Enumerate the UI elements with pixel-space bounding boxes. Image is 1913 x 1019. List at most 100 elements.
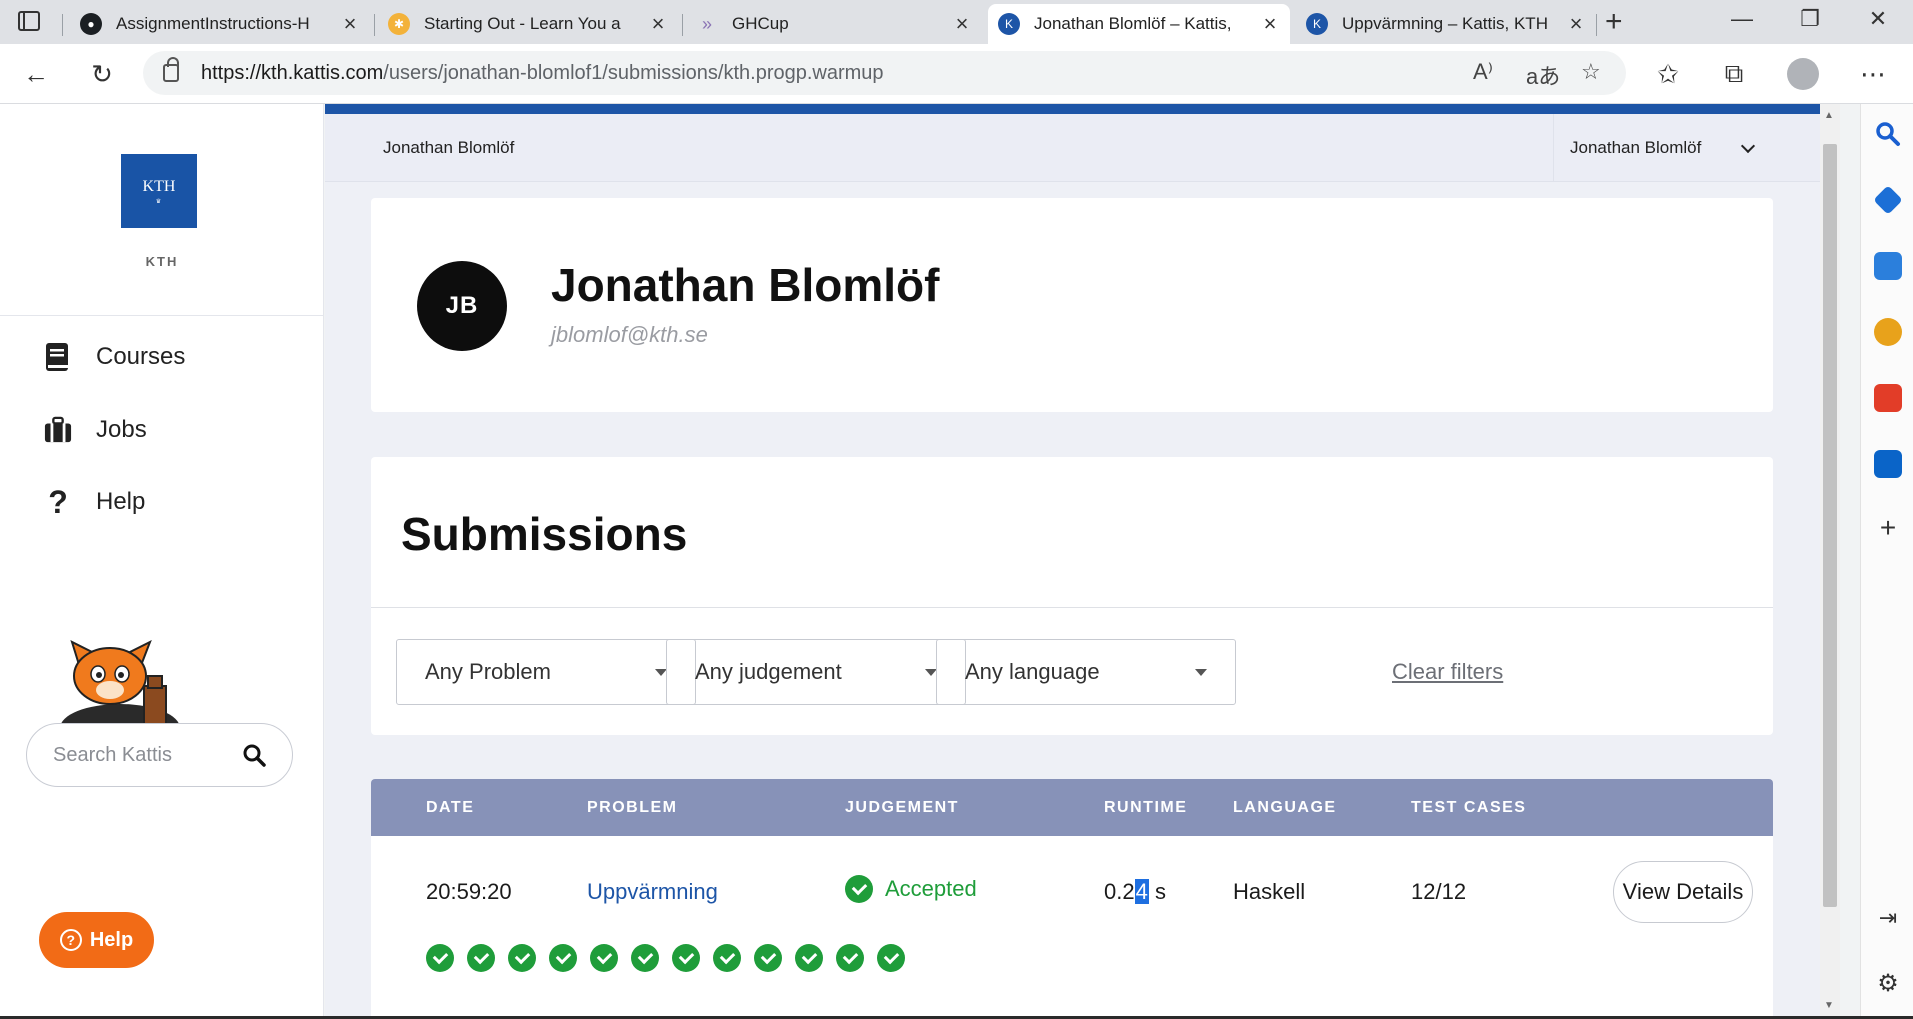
test-case-results [426, 944, 918, 972]
close-tab-icon[interactable]: × [648, 11, 668, 37]
scroll-down-icon[interactable]: ▼ [1824, 1000, 1834, 1011]
column-header-problem: PROBLEM [587, 799, 678, 816]
test-case-passed-icon[interactable] [795, 944, 823, 972]
browser-tab-uppvarmning[interactable]: K Uppvärmning – Kattis, KTH × [1296, 4, 1596, 44]
test-case-passed-icon[interactable] [549, 944, 577, 972]
minimize-icon[interactable]: — [1722, 6, 1762, 32]
close-tab-icon[interactable]: × [1566, 11, 1586, 37]
tab-title: GHCup [732, 14, 789, 33]
kth-icon: K [1306, 13, 1328, 35]
nav-item-jobs[interactable]: Jobs [44, 415, 147, 445]
add-favorite-icon[interactable]: ☆ [1581, 59, 1601, 85]
search-placeholder: Search Kattis [53, 743, 172, 766]
language-filter-select[interactable]: Any language [936, 639, 1236, 705]
scroll-up-icon[interactable]: ▲ [1824, 110, 1834, 121]
browser-tab-learn-you[interactable]: ✱ Starting Out - Learn You a × [378, 4, 678, 44]
hide-sidebar-icon[interactable]: ⇥ [1874, 904, 1902, 932]
submissions-card: Submissions Any Problem Any judgement An… [371, 457, 1773, 735]
column-header-language: LANGUAGE [1233, 799, 1337, 816]
nav-item-courses[interactable]: Courses [44, 342, 185, 372]
column-header-date: DATE [426, 799, 475, 816]
shopping-tag-icon[interactable] [1873, 185, 1903, 215]
kth-logo[interactable]: KTH ♛ [121, 154, 197, 228]
browser-tab-profile[interactable]: K Jonathan Blomlöf – Kattis, × [988, 4, 1290, 44]
tab-separator [62, 14, 63, 36]
test-cases-value: 12/12 [1411, 879, 1467, 904]
tab-separator [1596, 14, 1597, 36]
new-tab-icon[interactable]: + [1605, 5, 1623, 39]
judgement-filter-select[interactable]: Any judgement [666, 639, 966, 705]
scrollbar-thumb[interactable] [1823, 144, 1837, 907]
translate-icon[interactable]: aあ [1526, 59, 1560, 91]
refresh-icon[interactable]: ↻ [84, 56, 120, 92]
test-case-passed-icon[interactable] [836, 944, 864, 972]
more-menu-icon[interactable]: ⋯ [1855, 56, 1891, 92]
favorites-icon[interactable]: ✩ [1650, 56, 1686, 92]
nav-item-help[interactable]: ? Help [44, 484, 146, 520]
language-filter-value: Any language [965, 659, 1100, 684]
collections-icon[interactable]: ⧉ [1716, 56, 1752, 92]
edge-sidebar: + ⇥ ⚙ [1860, 104, 1913, 1019]
close-tab-icon[interactable]: × [952, 11, 972, 37]
profile-card: JB Jonathan Blomlöf jblomlof@kth.se [371, 198, 1773, 412]
view-details-button[interactable]: View Details [1613, 861, 1753, 923]
user-menu-dropdown[interactable]: Jonathan Blomlöf [1553, 114, 1793, 182]
brand-strip [325, 104, 1820, 114]
header-user-name[interactable]: Jonathan Blomlöf [383, 138, 514, 158]
url-host: https://kth.kattis.com [201, 61, 384, 84]
address-bar[interactable]: https://kth.kattis.com/users/jonathan-bl… [143, 51, 1626, 95]
user-bar: Jonathan Blomlöf Jonathan Blomlöf [325, 114, 1820, 182]
search-icon[interactable] [1874, 120, 1902, 148]
search-input[interactable]: Search Kattis [26, 723, 293, 787]
test-case-passed-icon[interactable] [426, 944, 454, 972]
book-icon [44, 342, 72, 372]
tools-icon[interactable] [1874, 252, 1902, 280]
help-button[interactable]: ? Help [39, 912, 154, 968]
back-icon[interactable]: ← [18, 56, 54, 92]
tab-actions-icon[interactable] [18, 11, 40, 31]
test-case-passed-icon[interactable] [508, 944, 536, 972]
runtime-selected-text: 4 [1134, 879, 1149, 904]
help-question-icon: ? [59, 929, 82, 951]
column-header-runtime: RUNTIME [1104, 799, 1188, 816]
page-scrollbar[interactable]: ▲ ▼ [1820, 104, 1840, 1019]
office-icon[interactable] [1874, 384, 1902, 412]
divider [371, 607, 1773, 608]
avatar: JB [417, 261, 507, 351]
nav-label: Jobs [96, 416, 147, 443]
games-icon[interactable] [1874, 318, 1902, 346]
browser-tab-assignment[interactable]: ● AssignmentInstructions-H × [70, 4, 370, 44]
read-aloud-icon[interactable]: A⁾ [1473, 59, 1493, 85]
search-icon[interactable] [242, 743, 266, 767]
judgement-label: Accepted [885, 876, 977, 901]
close-tab-icon[interactable]: × [340, 11, 360, 37]
submissions-table: DATE PROBLEM JUDGEMENT RUNTIME LANGUAGE … [371, 779, 1773, 1019]
test-case-passed-icon[interactable] [754, 944, 782, 972]
test-case-passed-icon[interactable] [672, 944, 700, 972]
add-icon[interactable]: + [1874, 514, 1902, 542]
settings-gear-icon[interactable]: ⚙ [1874, 970, 1902, 998]
browser-tab-ghcup[interactable]: » GHCup × [686, 4, 982, 44]
check-circle-icon [845, 875, 873, 903]
test-case-passed-icon[interactable] [713, 944, 741, 972]
restore-icon[interactable]: ❐ [1790, 6, 1830, 32]
profile-avatar-icon[interactable] [1787, 58, 1819, 90]
test-case-passed-icon[interactable] [631, 944, 659, 972]
problem-filter-select[interactable]: Any Problem [396, 639, 696, 705]
help-button-label: Help [89, 928, 134, 951]
test-case-passed-icon[interactable] [877, 944, 905, 972]
nav-label: Help [96, 488, 146, 515]
lock-icon[interactable] [163, 57, 179, 82]
problem-link[interactable]: Uppvärmning [587, 879, 718, 905]
tab-title: Jonathan Blomlöf – Kattis, [1034, 14, 1232, 33]
problem-filter-value: Any Problem [425, 659, 551, 684]
test-case-passed-icon[interactable] [590, 944, 618, 972]
clear-filters-link[interactable]: Clear filters [1392, 659, 1503, 685]
test-case-passed-icon[interactable] [467, 944, 495, 972]
submission-date: 20:59:20 [426, 879, 512, 904]
outlook-icon[interactable] [1874, 450, 1902, 478]
window-close-icon[interactable]: ✕ [1858, 6, 1898, 32]
language-value: Haskell [1233, 879, 1306, 904]
profile-name: Jonathan Blomlöf [551, 259, 940, 311]
close-tab-icon[interactable]: × [1260, 11, 1280, 37]
